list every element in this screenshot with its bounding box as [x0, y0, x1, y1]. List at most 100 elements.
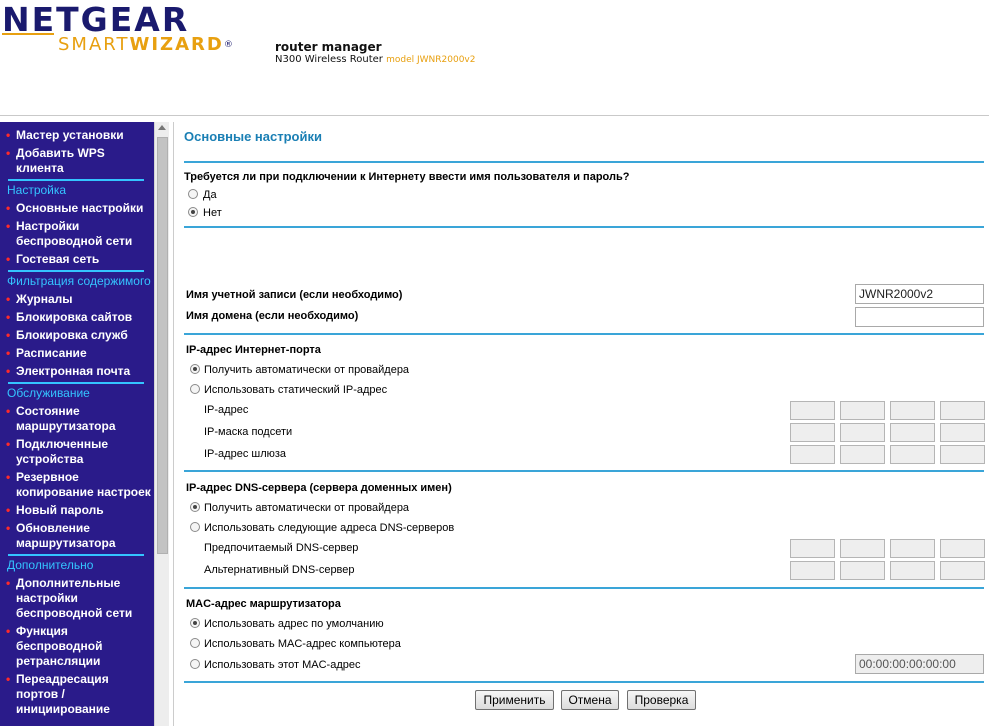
sidebar-item[interactable]: • Обновление маршрутизатора	[0, 521, 154, 551]
sidebar-item[interactable]: • Мастер установки	[0, 128, 154, 143]
cancel-button[interactable]: Отмена	[561, 690, 619, 710]
mask-octet-2[interactable]	[840, 423, 885, 442]
account-name-input[interactable]	[855, 284, 984, 304]
divider	[184, 161, 984, 163]
divider	[184, 470, 984, 472]
bullet-icon: •	[6, 146, 11, 160]
bullet-icon: •	[6, 128, 11, 142]
sidebar-item[interactable]: • Новый пароль	[0, 503, 154, 518]
bullet-icon: •	[6, 624, 11, 638]
sidebar-item-label: Дополнительные настройки беспроводной се…	[16, 576, 133, 620]
sidebar-item-label: Резервное копирование настроек	[16, 470, 151, 499]
sidebar-item[interactable]: • Блокировка сайтов	[0, 310, 154, 325]
sidebar-item[interactable]: • Состояние маршрутизатора	[0, 404, 154, 434]
mac-default-radio[interactable]	[190, 618, 200, 628]
sidebar-divider	[8, 179, 144, 181]
ip-static-radio[interactable]	[190, 384, 200, 394]
sidebar-section-title: Дополнительно	[7, 558, 94, 572]
login-yes-radio[interactable]	[188, 189, 198, 199]
sidebar: • Мастер установки • Добавить WPS клиента На…	[0, 122, 154, 726]
mask-octet-1[interactable]	[790, 423, 835, 442]
sidebar-item-label: Журналы	[16, 292, 73, 306]
sidebar-item-label: Подключенные устройства	[16, 437, 109, 466]
login-no-radio[interactable]	[188, 207, 198, 217]
domain-name-input[interactable]	[855, 307, 984, 327]
ip-gateway-label: IP-адрес шлюза	[204, 448, 287, 460]
sidebar-item[interactable]: • Расписание	[0, 346, 154, 361]
domain-label: Имя домена (если необходимо)	[186, 310, 359, 322]
apply-button[interactable]: Применить	[475, 690, 554, 710]
bullet-icon: •	[6, 219, 11, 233]
bullet-icon: •	[6, 672, 11, 686]
gateway-octet-1[interactable]	[790, 445, 835, 464]
bullet-icon: •	[6, 437, 11, 451]
mask-octet-4[interactable]	[940, 423, 985, 442]
mac-computer-label: Использовать MAC-адрес компьютера	[204, 638, 401, 650]
sidebar-item[interactable]: • Настройки беспроводной сети	[0, 219, 154, 249]
sidebar-item[interactable]: • Функция беспроводной ретрансляции	[0, 624, 154, 669]
sidebar-item[interactable]: • Гостевая сеть	[0, 252, 154, 267]
sidebar-item[interactable]: • Электронная почта	[0, 364, 154, 379]
sidebar-item[interactable]: • Добавить WPS клиента	[0, 146, 154, 176]
dns-manual-radio[interactable]	[190, 522, 200, 532]
sidebar-item-label: Функция беспроводной ретрансляции	[16, 624, 103, 668]
mac-address-input[interactable]	[855, 654, 984, 674]
scrollbar-thumb[interactable]	[157, 137, 168, 554]
dns-secondary-label: Альтернативный DNS-сервер	[204, 564, 355, 576]
dns2-octet-1[interactable]	[790, 561, 835, 580]
divider	[184, 333, 984, 335]
product-title: router manager	[275, 40, 382, 54]
dns1-octet-4[interactable]	[940, 539, 985, 558]
dns2-octet-2[interactable]	[840, 561, 885, 580]
divider	[184, 226, 984, 228]
dns-auto-label: Получить автоматически от провайдера	[204, 502, 410, 514]
dns1-octet-2[interactable]	[840, 539, 885, 558]
bullet-icon: •	[6, 364, 11, 378]
bullet-icon: •	[6, 521, 11, 535]
sidebar-item[interactable]: • Переадресация портов / инициирование	[0, 672, 154, 717]
sidebar-divider	[8, 270, 144, 272]
ip-octet-3[interactable]	[890, 401, 935, 420]
dns2-octet-4[interactable]	[940, 561, 985, 580]
login-no-label: Нет	[203, 207, 222, 219]
mac-custom-radio[interactable]	[190, 659, 200, 669]
test-button[interactable]: Проверка	[627, 690, 696, 710]
ip-section-title: IP-адрес Интернет-порта	[186, 344, 321, 356]
page-title: Основные настройки	[184, 129, 322, 144]
login-question: Требуется ли при подключении к Интернету…	[184, 171, 630, 183]
login-yes-label: Да	[203, 189, 217, 201]
ip-auto-radio[interactable]	[190, 364, 200, 374]
sidebar-item[interactable]: • Подключенные устройства	[0, 437, 154, 467]
sidebar-item-label: Расписание	[16, 346, 87, 360]
sidebar-item[interactable]: • Основные настройки	[0, 201, 154, 216]
sidebar-item-label: Переадресация портов / инициирование	[16, 672, 110, 716]
sidebar-scrollbar[interactable]	[154, 122, 169, 726]
dns2-octet-3[interactable]	[890, 561, 935, 580]
sidebar-item[interactable]: • Дополнительные настройки беспроводной с…	[0, 576, 154, 621]
account-label: Имя учетной записи (если необходимо)	[186, 289, 403, 301]
mac-computer-radio[interactable]	[190, 638, 200, 648]
gateway-octet-4[interactable]	[940, 445, 985, 464]
dns1-octet-3[interactable]	[890, 539, 935, 558]
sidebar-item-label: Настройки беспроводной сети	[16, 219, 133, 248]
sidebar-section-title: Фильтрация содержимого	[7, 274, 151, 288]
divider	[184, 681, 984, 683]
ip-octet-4[interactable]	[940, 401, 985, 420]
ip-octet-2[interactable]	[840, 401, 885, 420]
dns-auto-radio[interactable]	[190, 502, 200, 512]
sidebar-item-label: Добавить WPS клиента	[16, 146, 105, 175]
sidebar-item[interactable]: • Блокировка служб	[0, 328, 154, 343]
bullet-icon: •	[6, 252, 11, 266]
bullet-icon: •	[6, 310, 11, 324]
mask-octet-3[interactable]	[890, 423, 935, 442]
mac-custom-label: Использовать этот MAC-адрес	[204, 659, 361, 671]
sidebar-divider	[8, 554, 144, 556]
dns1-octet-1[interactable]	[790, 539, 835, 558]
sidebar-item[interactable]: • Резервное копирование настроек	[0, 470, 154, 500]
sidebar-item[interactable]: • Журналы	[0, 292, 154, 307]
ip-static-label: Использовать статический IP-адрес	[204, 384, 388, 396]
gateway-octet-3[interactable]	[890, 445, 935, 464]
ip-octet-1[interactable]	[790, 401, 835, 420]
gateway-octet-2[interactable]	[840, 445, 885, 464]
scroll-up-arrow-icon[interactable]	[158, 125, 166, 130]
